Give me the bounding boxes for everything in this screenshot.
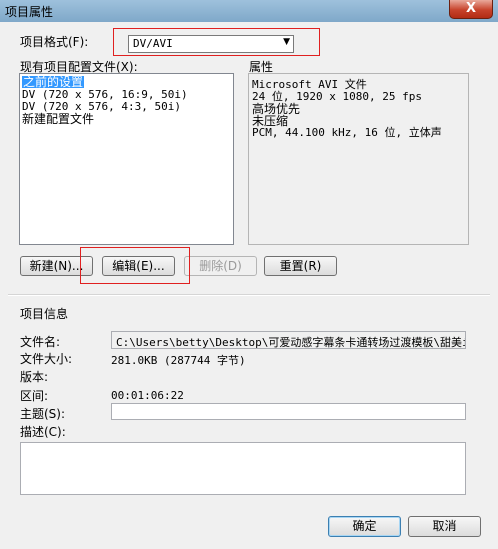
edit-highlight-box bbox=[80, 247, 190, 284]
filename-label: 文件名: bbox=[20, 335, 61, 349]
presets-list[interactable]: 之前的设置 DV (720 x 576, 16:9, 50i) DV (720 … bbox=[19, 73, 234, 245]
description-input[interactable] bbox=[20, 442, 466, 495]
range-value: 00:01:06:22 bbox=[111, 389, 184, 402]
format-label: 项目格式(F): bbox=[20, 35, 89, 49]
filename-value: C:\Users\betty\Desktop\可爱动感字幕条卡通转场过渡模板\甜… bbox=[116, 336, 466, 349]
property-line: PCM, 44.100 kHz, 16 位, 立体声 bbox=[252, 126, 442, 139]
filesize-label: 文件大小: bbox=[20, 352, 73, 366]
version-label: 版本: bbox=[20, 370, 49, 384]
project-info-heading: 项目信息 bbox=[20, 307, 69, 321]
range-label: 区间: bbox=[20, 389, 49, 403]
format-highlight-box bbox=[113, 28, 320, 56]
list-item-previous-settings[interactable]: 之前的设置 bbox=[22, 76, 85, 88]
divider bbox=[8, 294, 490, 296]
delete-button[interactable]: 删除(D) bbox=[184, 256, 257, 276]
close-icon: X bbox=[465, 1, 477, 16]
properties-box: Microsoft AVI 文件 24 位, 1920 x 1080, 25 f… bbox=[248, 73, 469, 245]
window-title: 项目属性 bbox=[5, 5, 54, 19]
filename-field: C:\Users\betty\Desktop\可爱动感字幕条卡通转场过渡模板\甜… bbox=[111, 331, 466, 349]
title-bar: 项目属性 X bbox=[0, 0, 498, 22]
subject-label: 主题(S): bbox=[20, 407, 66, 421]
filesize-value: 281.0KB (287744 字节) bbox=[111, 354, 246, 367]
ok-button[interactable]: 确定 bbox=[328, 516, 401, 537]
close-button[interactable]: X bbox=[449, 0, 493, 19]
list-item-new-profile[interactable]: 新建配置文件 bbox=[22, 113, 94, 125]
cancel-button[interactable]: 取消 bbox=[408, 516, 481, 537]
description-label: 描述(C): bbox=[20, 425, 66, 439]
reset-button[interactable]: 重置(R) bbox=[264, 256, 337, 276]
subject-input[interactable] bbox=[111, 403, 466, 420]
